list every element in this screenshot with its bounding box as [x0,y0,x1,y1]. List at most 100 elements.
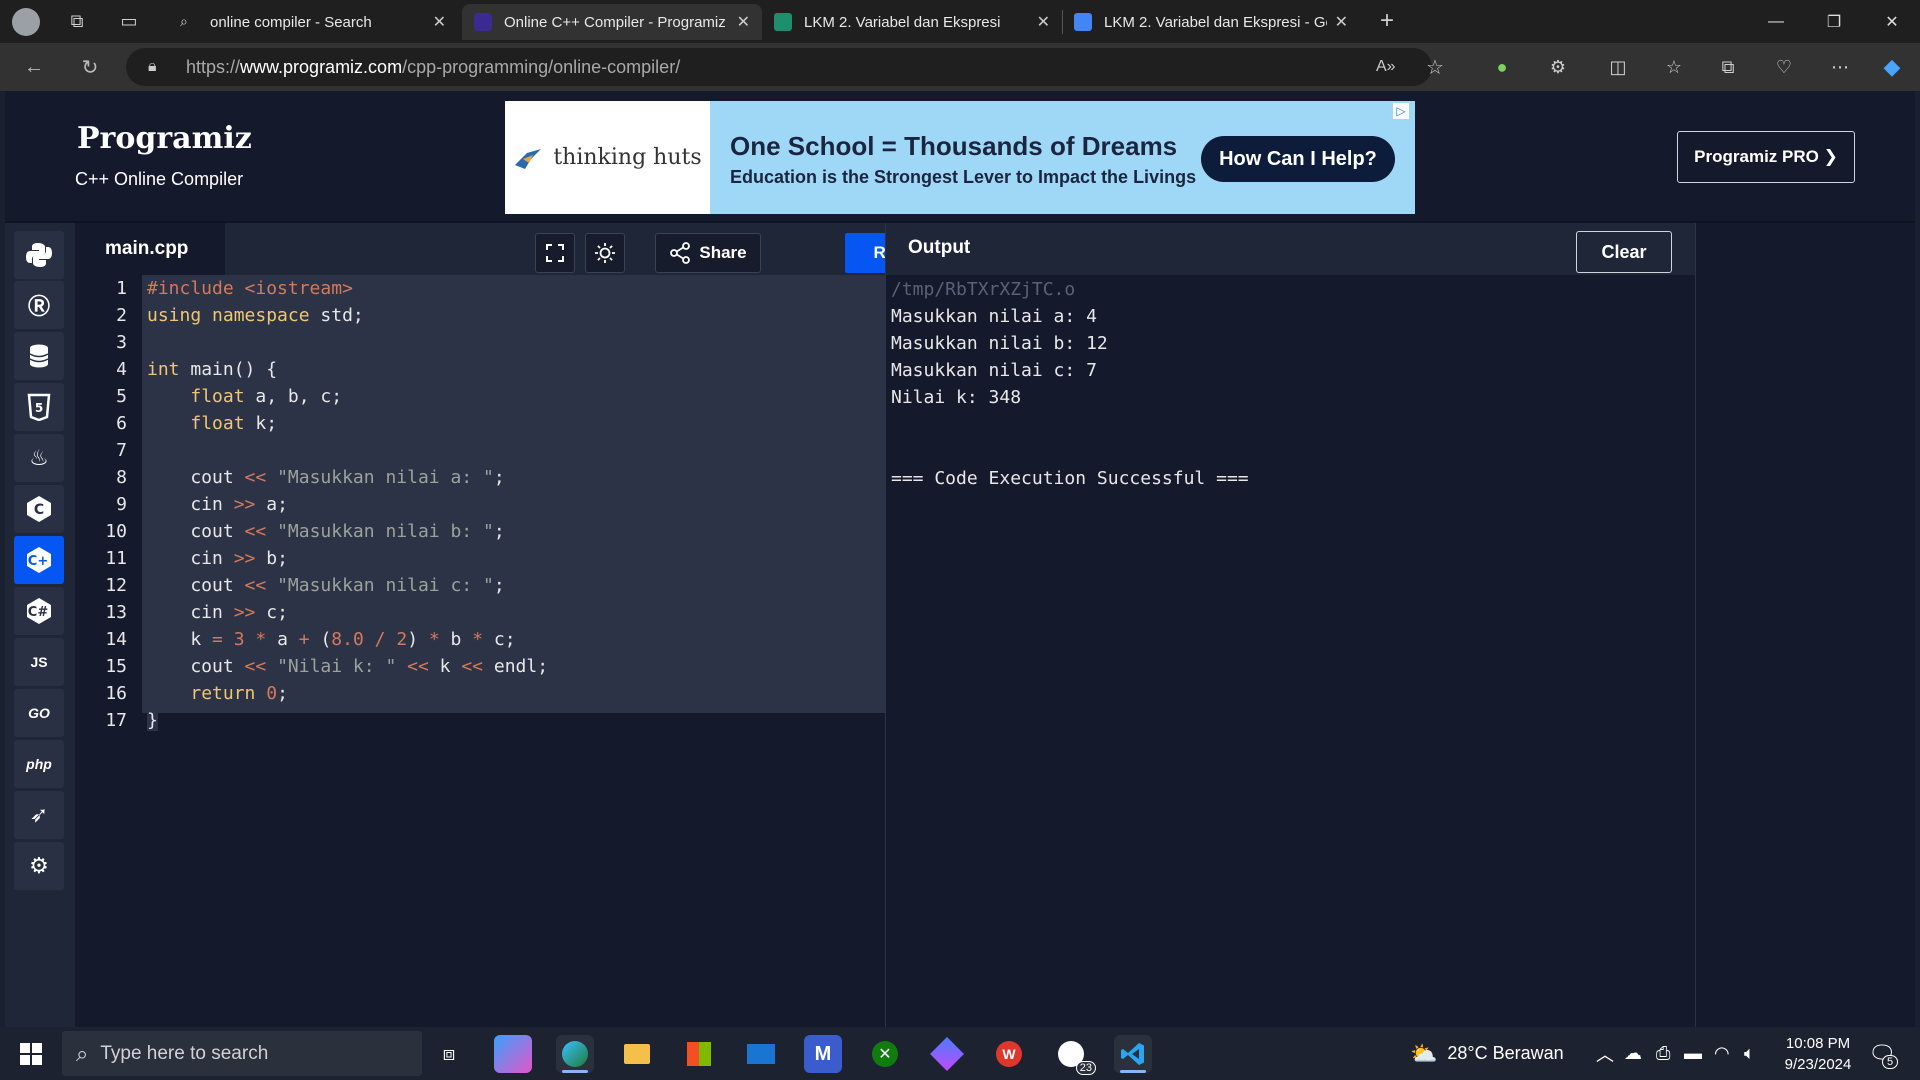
ad-cta-button[interactable]: How Can I Help? [1201,136,1395,182]
vscode-icon[interactable] [1114,1035,1152,1073]
sun-icon [595,243,615,263]
extension-color-icon[interactable]: ● [1488,53,1516,81]
tab-lkm-docs[interactable]: LKM 2. Variabel dan Ekspresi - Go ✕ [1062,4,1360,40]
file-tab-main-cpp[interactable]: main.cpp [75,223,225,275]
code-line: int main() { [147,359,278,380]
tab-online-compiler-search[interactable]: ⌕ online compiler - Search ✕ [168,4,458,40]
theme-toggle-button[interactable] [585,233,625,273]
clock[interactable]: 10:08 PM 9/23/2024 [1772,1027,1864,1080]
fullscreen-button[interactable] [535,233,575,273]
profile-avatar[interactable] [12,7,40,36]
line-number: 8 [116,467,127,488]
java-icon[interactable]: ♨ [14,434,64,482]
share-button[interactable]: Share [655,233,761,273]
file-explorer-icon[interactable] [618,1035,656,1073]
rust-icon[interactable]: ⚙ [14,842,64,890]
output-title: Output [908,237,971,258]
weather-widget[interactable]: ⛅ 28°C Berawan [1410,1027,1564,1080]
code-line: return 0; [190,683,288,704]
cpp-icon[interactable]: C+ [14,536,64,584]
windows-taskbar: ⌕ Type here to search ⧈ M ✕ W 23 ⛅ 28°C … [0,1027,1920,1080]
output-line: Masukkan nilai c: 7 [891,360,1097,381]
line-number: 10 [105,521,127,542]
code-editor[interactable]: 1 #include <iostream> 2 using namespace st… [75,275,885,1027]
tab-programiz[interactable]: Online C++ Compiler - Programiz ✕ [462,4,762,40]
output-line: Nilai k: 348 [891,387,1022,408]
media-player-icon[interactable] [928,1035,966,1073]
windows-start-icon[interactable] [12,1035,50,1073]
back-icon[interactable]: ← [18,51,50,83]
whiteboard-icon[interactable]: M [804,1035,842,1073]
adchoices-icon[interactable]: ▷ [1393,103,1409,119]
code-line: cout << "Masukkan nilai a: "; [147,467,505,488]
minimize-icon[interactable]: — [1748,0,1804,43]
programiz-page: Programiz C++ Online Compiler thinking h… [5,91,1915,1027]
battery-icon[interactable]: ▬ [1684,1027,1702,1080]
mail-icon[interactable] [742,1035,780,1073]
favorite-star-icon[interactable]: ☆ [1426,55,1444,80]
output-line: Masukkan nilai b: 12 [891,333,1108,354]
copilot-taskbar-icon[interactable] [494,1035,532,1073]
restore-icon[interactable]: ❐ [1806,0,1862,43]
microsoft-store-icon[interactable] [680,1035,718,1073]
extensions-icon[interactable]: ⚙ [1544,53,1572,81]
svg-text:C: C [34,502,44,518]
html5-icon[interactable]: 5 [14,383,64,431]
collections-icon[interactable]: ⧉ [1714,53,1742,81]
xbox-icon[interactable]: ✕ [866,1035,904,1073]
volume-icon[interactable]: 🔈︎ [1744,1027,1755,1080]
programiz-logo[interactable]: Programiz [77,121,252,156]
go-icon[interactable]: GO [14,689,64,737]
code-line: cout << "Masukkan nilai b: "; [147,521,505,542]
swift-icon[interactable]: ➶ [14,791,64,839]
browser-essentials-icon[interactable]: ♡ [1770,53,1798,81]
task-view-icon[interactable]: ⧈ [430,1035,468,1073]
wps-office-icon[interactable]: W [990,1035,1028,1073]
meet-now-icon[interactable]: ⎙ [1656,1027,1670,1080]
code-line: cout << "Masukkan nilai c: "; [147,575,505,596]
close-window-icon[interactable]: ✕ [1864,0,1920,43]
copilot-icon[interactable]: ◆ [1878,53,1906,81]
new-tab-icon[interactable]: + [1370,4,1404,38]
line-number: 11 [105,548,127,569]
svg-text:C#: C# [28,605,49,620]
more-menu-icon[interactable]: ⋯ [1826,53,1854,81]
ad-subtitle: Education is the Strongest Lever to Impa… [730,167,1197,187]
tray-overflow-icon[interactable]: ︿ [1596,1027,1614,1080]
whatsapp-icon[interactable]: 23 [1052,1035,1096,1075]
tab-lkm-classroom[interactable]: LKM 2. Variabel dan Ekspresi ✕ [762,4,1062,40]
close-tab-icon[interactable]: ✕ [737,12,750,32]
line-number: 5 [116,386,127,407]
browser-tab-bar: ⧉ ▭ ⌕ online compiler - Search ✕ Online … [0,0,1920,43]
r-icon[interactable]: Ⓡ [14,281,64,329]
close-tab-icon[interactable]: ✕ [1037,12,1050,32]
workspaces-icon[interactable]: ⧉ [60,4,94,38]
sql-icon[interactable] [14,332,64,380]
clear-button[interactable]: Clear [1576,231,1672,273]
favorites-icon[interactable]: ☆ [1660,53,1688,81]
address-bar[interactable]: 🔒︎ https://www.programiz.com/cpp-program… [126,48,1444,86]
javascript-icon[interactable]: JS [14,638,64,686]
close-tab-icon[interactable]: ✕ [1335,12,1348,32]
output-console[interactable]: /tmp/RbTXrXZjTC.o Masukkan nilai a: 4 Ma… [885,275,1695,1027]
php-icon[interactable]: php [14,740,64,788]
python-icon[interactable] [14,231,64,279]
search-icon: ⌕ [180,13,188,29]
ad-banner[interactable]: thinking huts One School = Thousands of … [505,101,1415,214]
programiz-pro-button[interactable]: Programiz PRO ❯ [1677,131,1855,183]
notifications-icon[interactable]: 🗨︎ 5 [1868,1027,1899,1080]
code-line: cout << "Nilai k: " << k << endl; [147,656,549,677]
csharp-icon[interactable]: C# [14,587,64,635]
language-sidebar: Ⓡ 5 ♨ C C+ C# JS GO php ➶ ⚙ [5,223,75,1027]
read-aloud-icon[interactable]: A» [1376,58,1396,76]
edge-icon[interactable] [556,1035,594,1073]
split-screen-icon[interactable]: ◫ [1604,53,1632,81]
close-tab-icon[interactable]: ✕ [433,12,446,32]
code-line: cin >> b; [147,548,288,569]
taskbar-search-box[interactable]: ⌕ Type here to search [62,1031,422,1076]
wifi-icon[interactable]: ◠ [1714,1027,1730,1080]
refresh-icon[interactable]: ↻ [74,51,106,83]
c-icon[interactable]: C [14,485,64,533]
tab-actions-icon[interactable]: ▭ [112,4,146,38]
onedrive-icon[interactable]: ☁ [1624,1027,1642,1080]
